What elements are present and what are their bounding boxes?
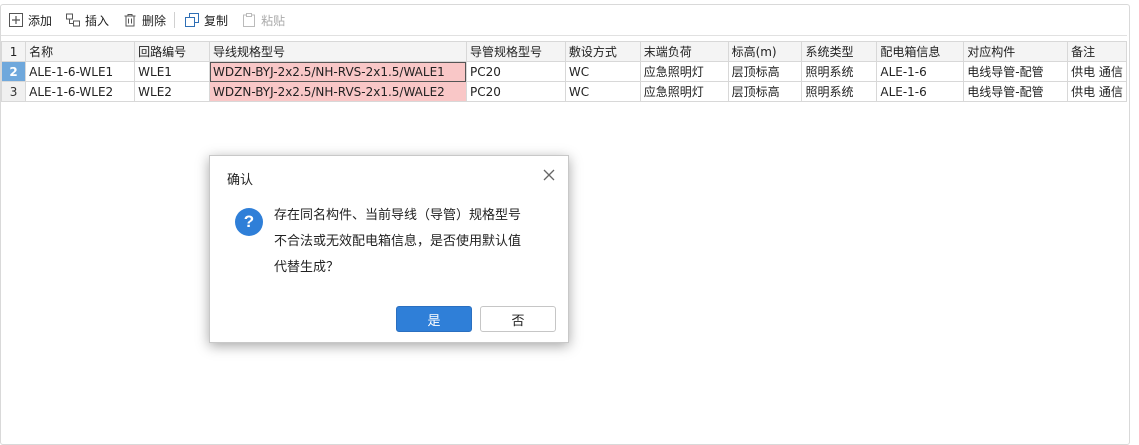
column-header[interactable]: 配电箱信息 (876, 41, 965, 62)
toolbar-divider (174, 12, 176, 28)
dialog-message: 存在同名构件、当前导线（导管）规格型号 不合法或无效配电箱信息，是否使用默认值 … (274, 203, 559, 281)
table-cell[interactable]: WLE1 (134, 61, 211, 82)
column-header[interactable]: 导线规格型号 (209, 41, 467, 62)
paste-label: 粘贴 (261, 13, 286, 28)
dialog-message-line: 存在同名构件、当前导线（导管）规格型号 (274, 208, 522, 223)
row-number[interactable]: 2 (0, 61, 27, 82)
table-row[interactable]: 3 ALE-1-6-WLE2 WLE2 WDZN-BYJ-2x2.5/NH-RV… (0, 81, 1127, 102)
paste-icon (243, 13, 256, 27)
row-number: 1 (0, 41, 27, 62)
confirm-dialog: 确认 ? 存在同名构件、当前导线（导管）规格型号 不合法或无效配电箱信息，是否使… (209, 155, 569, 343)
add-icon (9, 13, 23, 27)
table-cell[interactable]: 电线导管-配管 (963, 61, 1069, 82)
delete-button[interactable]: 删除 (115, 5, 172, 35)
copy-button[interactable]: 复制 (177, 5, 234, 35)
column-header[interactable]: 回路编号 (134, 41, 211, 62)
table-cell[interactable]: 应急照明灯 (639, 61, 729, 82)
trash-icon (124, 14, 136, 27)
dialog-title: 确认 (227, 173, 254, 188)
question-icon: ? (235, 208, 263, 236)
dialog-message-line: 代替生成？ (274, 260, 340, 275)
column-header[interactable]: 导管规格型号 (465, 41, 566, 62)
toolbar: 添加 插入 删除 复制 粘贴 (1, 5, 1127, 36)
column-header[interactable]: 敷设方式 (564, 41, 641, 62)
dialog-message-line: 不合法或无效配电箱信息，是否使用默认值 (274, 234, 522, 249)
delete-label: 删除 (142, 13, 167, 28)
table-row[interactable]: 2 ALE-1-6-WLE1 WLE1 WDZN-BYJ-2x2.5/NH-RV… (0, 61, 1127, 82)
column-header[interactable]: 标高(m) (727, 41, 803, 62)
data-grid: 1 名称 回路编号 导线规格型号 导管规格型号 敷设方式 末端负荷 标高(m) … (0, 41, 1127, 102)
table-cell[interactable]: 层顶标高 (727, 61, 803, 82)
table-cell[interactable]: 照明系统 (801, 61, 878, 82)
wire-spec-cell-invalid[interactable]: WDZN-BYJ-2x2.5/NH-RVS-2x1.5/WALE1 (209, 61, 467, 82)
table-header-row: 1 名称 回路编号 导线规格型号 导管规格型号 敷设方式 末端负荷 标高(m) … (0, 41, 1127, 62)
column-header[interactable]: 备注 (1067, 41, 1127, 62)
table-cell[interactable]: WLE2 (134, 81, 211, 102)
table-cell[interactable]: PC20 (465, 61, 566, 82)
table-cell[interactable]: 供电 通信 (1067, 61, 1127, 82)
column-header[interactable]: 系统类型 (801, 41, 878, 62)
table-cell[interactable]: ALE-1-6 (876, 81, 965, 102)
copy-icon (185, 13, 200, 27)
insert-label: 插入 (85, 13, 110, 28)
table-cell[interactable]: 电线导管-配管 (963, 81, 1069, 102)
column-header[interactable]: 末端负荷 (639, 41, 729, 62)
column-header[interactable]: 对应构件 (963, 41, 1069, 62)
insert-icon (66, 13, 81, 27)
row-number[interactable]: 3 (0, 81, 27, 102)
table-cell[interactable]: 层顶标高 (727, 81, 803, 102)
table-cell[interactable]: 照明系统 (801, 81, 878, 102)
table-cell[interactable]: ALE-1-6-WLE2 (25, 81, 136, 102)
copy-label: 复制 (204, 13, 229, 28)
add-button[interactable]: 添加 (1, 5, 58, 35)
table-cell[interactable]: WC (564, 61, 641, 82)
close-icon[interactable] (542, 168, 556, 182)
table-cell[interactable]: 供电 通信 (1067, 81, 1127, 102)
column-header[interactable]: 名称 (25, 41, 136, 62)
table-cell[interactable]: PC20 (465, 81, 566, 102)
insert-button[interactable]: 插入 (58, 5, 115, 35)
paste-button[interactable]: 粘贴 (234, 5, 291, 35)
wire-spec-cell-invalid[interactable]: WDZN-BYJ-2x2.5/NH-RVS-2x1.5/WALE2 (209, 81, 467, 102)
no-button[interactable]: 否 (480, 306, 556, 332)
add-label: 添加 (28, 13, 53, 28)
table-cell[interactable]: ALE-1-6 (876, 61, 965, 82)
table-cell[interactable]: ALE-1-6-WLE1 (25, 61, 136, 82)
yes-button[interactable]: 是 (396, 306, 472, 332)
table-cell[interactable]: WC (564, 81, 641, 102)
table-cell[interactable]: 应急照明灯 (639, 81, 729, 102)
